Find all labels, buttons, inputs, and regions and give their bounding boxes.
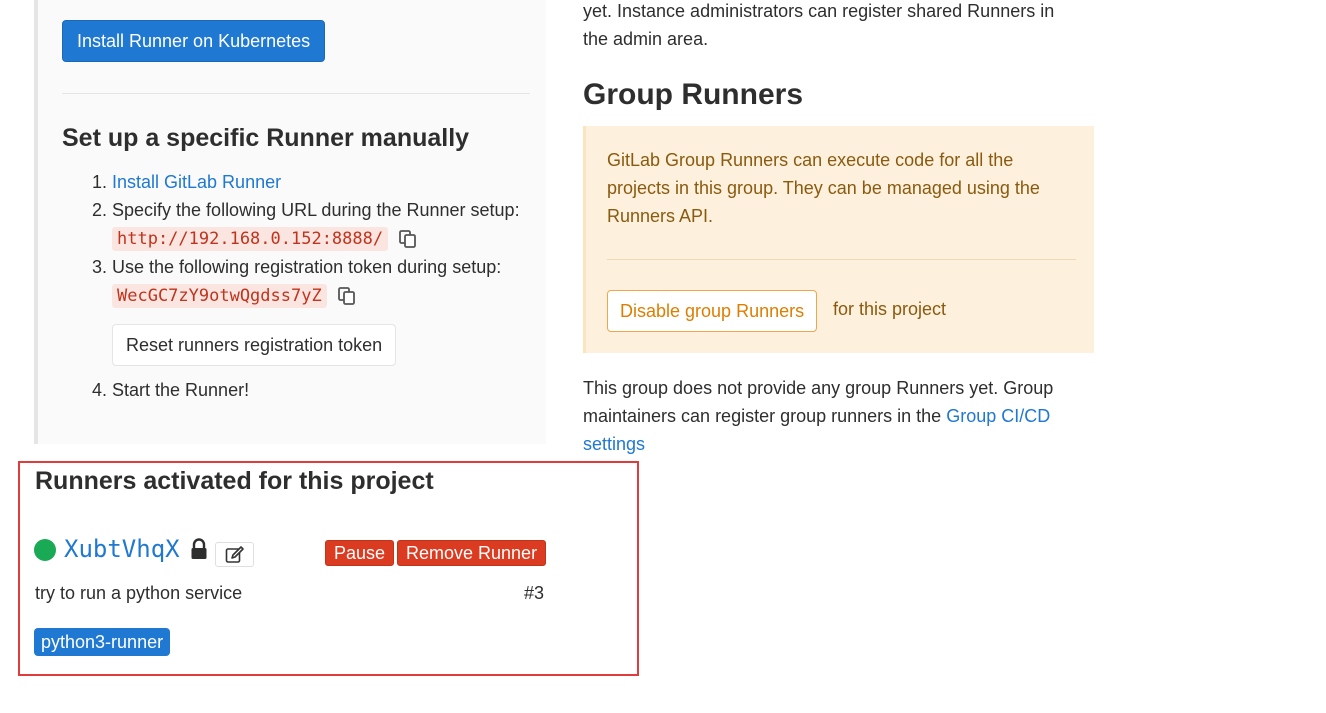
copy-icon[interactable] — [398, 229, 418, 249]
runner-url: http://192.168.0.152:8888/ — [112, 227, 389, 251]
remove-runner-button[interactable]: Remove Runner — [397, 540, 547, 566]
step-token: 3. Use the following registration token … — [92, 253, 532, 376]
runner-tag: python3-runner — [34, 628, 171, 656]
step-number: 3. — [92, 257, 108, 277]
step-number: 4. — [92, 380, 108, 400]
step-url-text: Specify the following URL during the Run… — [112, 200, 520, 220]
step-token-text: Use the following registration token dur… — [112, 257, 502, 277]
activated-runners-heading: Runners activated for this project — [35, 467, 434, 495]
reset-token-button[interactable]: Reset runners registration token — [112, 324, 397, 366]
divider — [607, 259, 1076, 260]
install-gitlab-runner-link[interactable]: Install GitLab Runner — [112, 172, 281, 192]
step-start: 4. Start the Runner! — [92, 376, 532, 404]
group-runners-info-box: GitLab Group Runners can execute code fo… — [583, 126, 1094, 353]
lock-icon — [191, 538, 207, 559]
step-number: 2. — [92, 200, 108, 220]
shared-runners-text: yet. Instance administrators can registe… — [583, 1, 1055, 49]
edit-runner-button[interactable] — [215, 542, 254, 567]
registration-token: WecGC7zY9otwQgdss7yZ — [112, 284, 327, 308]
step-number: 1. — [92, 172, 108, 192]
edit-icon — [225, 546, 244, 563]
step-install: 1. Install GitLab Runner — [92, 168, 532, 196]
copy-icon[interactable] — [337, 286, 357, 306]
pause-runner-button[interactable]: Pause — [325, 540, 395, 566]
group-runners-info-text: GitLab Group Runners can execute code fo… — [607, 150, 1040, 226]
runner-id: #3 — [524, 583, 545, 603]
group-runners-heading: Group Runners — [583, 78, 804, 111]
setup-steps-list: 1. Install GitLab Runner 2. Specify the … — [92, 168, 532, 404]
specific-runner-panel: Install Runner on Kubernetes Set up a sp… — [34, 0, 546, 444]
disable-group-runners-button[interactable]: Disable group Runners — [607, 290, 818, 332]
install-runner-kubernetes-button[interactable]: Install Runner on Kubernetes — [62, 20, 326, 62]
step-url: 2. Specify the following URL during the … — [92, 196, 532, 253]
step-start-text: Start the Runner! — [112, 380, 250, 400]
runner-description: try to run a python service — [35, 583, 243, 603]
runner-status-indicator — [34, 539, 56, 561]
runner-name-link[interactable]: XubtVhqX — [64, 535, 180, 563]
for-this-project-label: for this project — [833, 299, 947, 319]
divider — [62, 93, 530, 94]
no-group-runners-text: This group does not provide any group Ru… — [583, 374, 1093, 458]
specific-runner-heading: Set up a specific Runner manually — [62, 124, 470, 152]
